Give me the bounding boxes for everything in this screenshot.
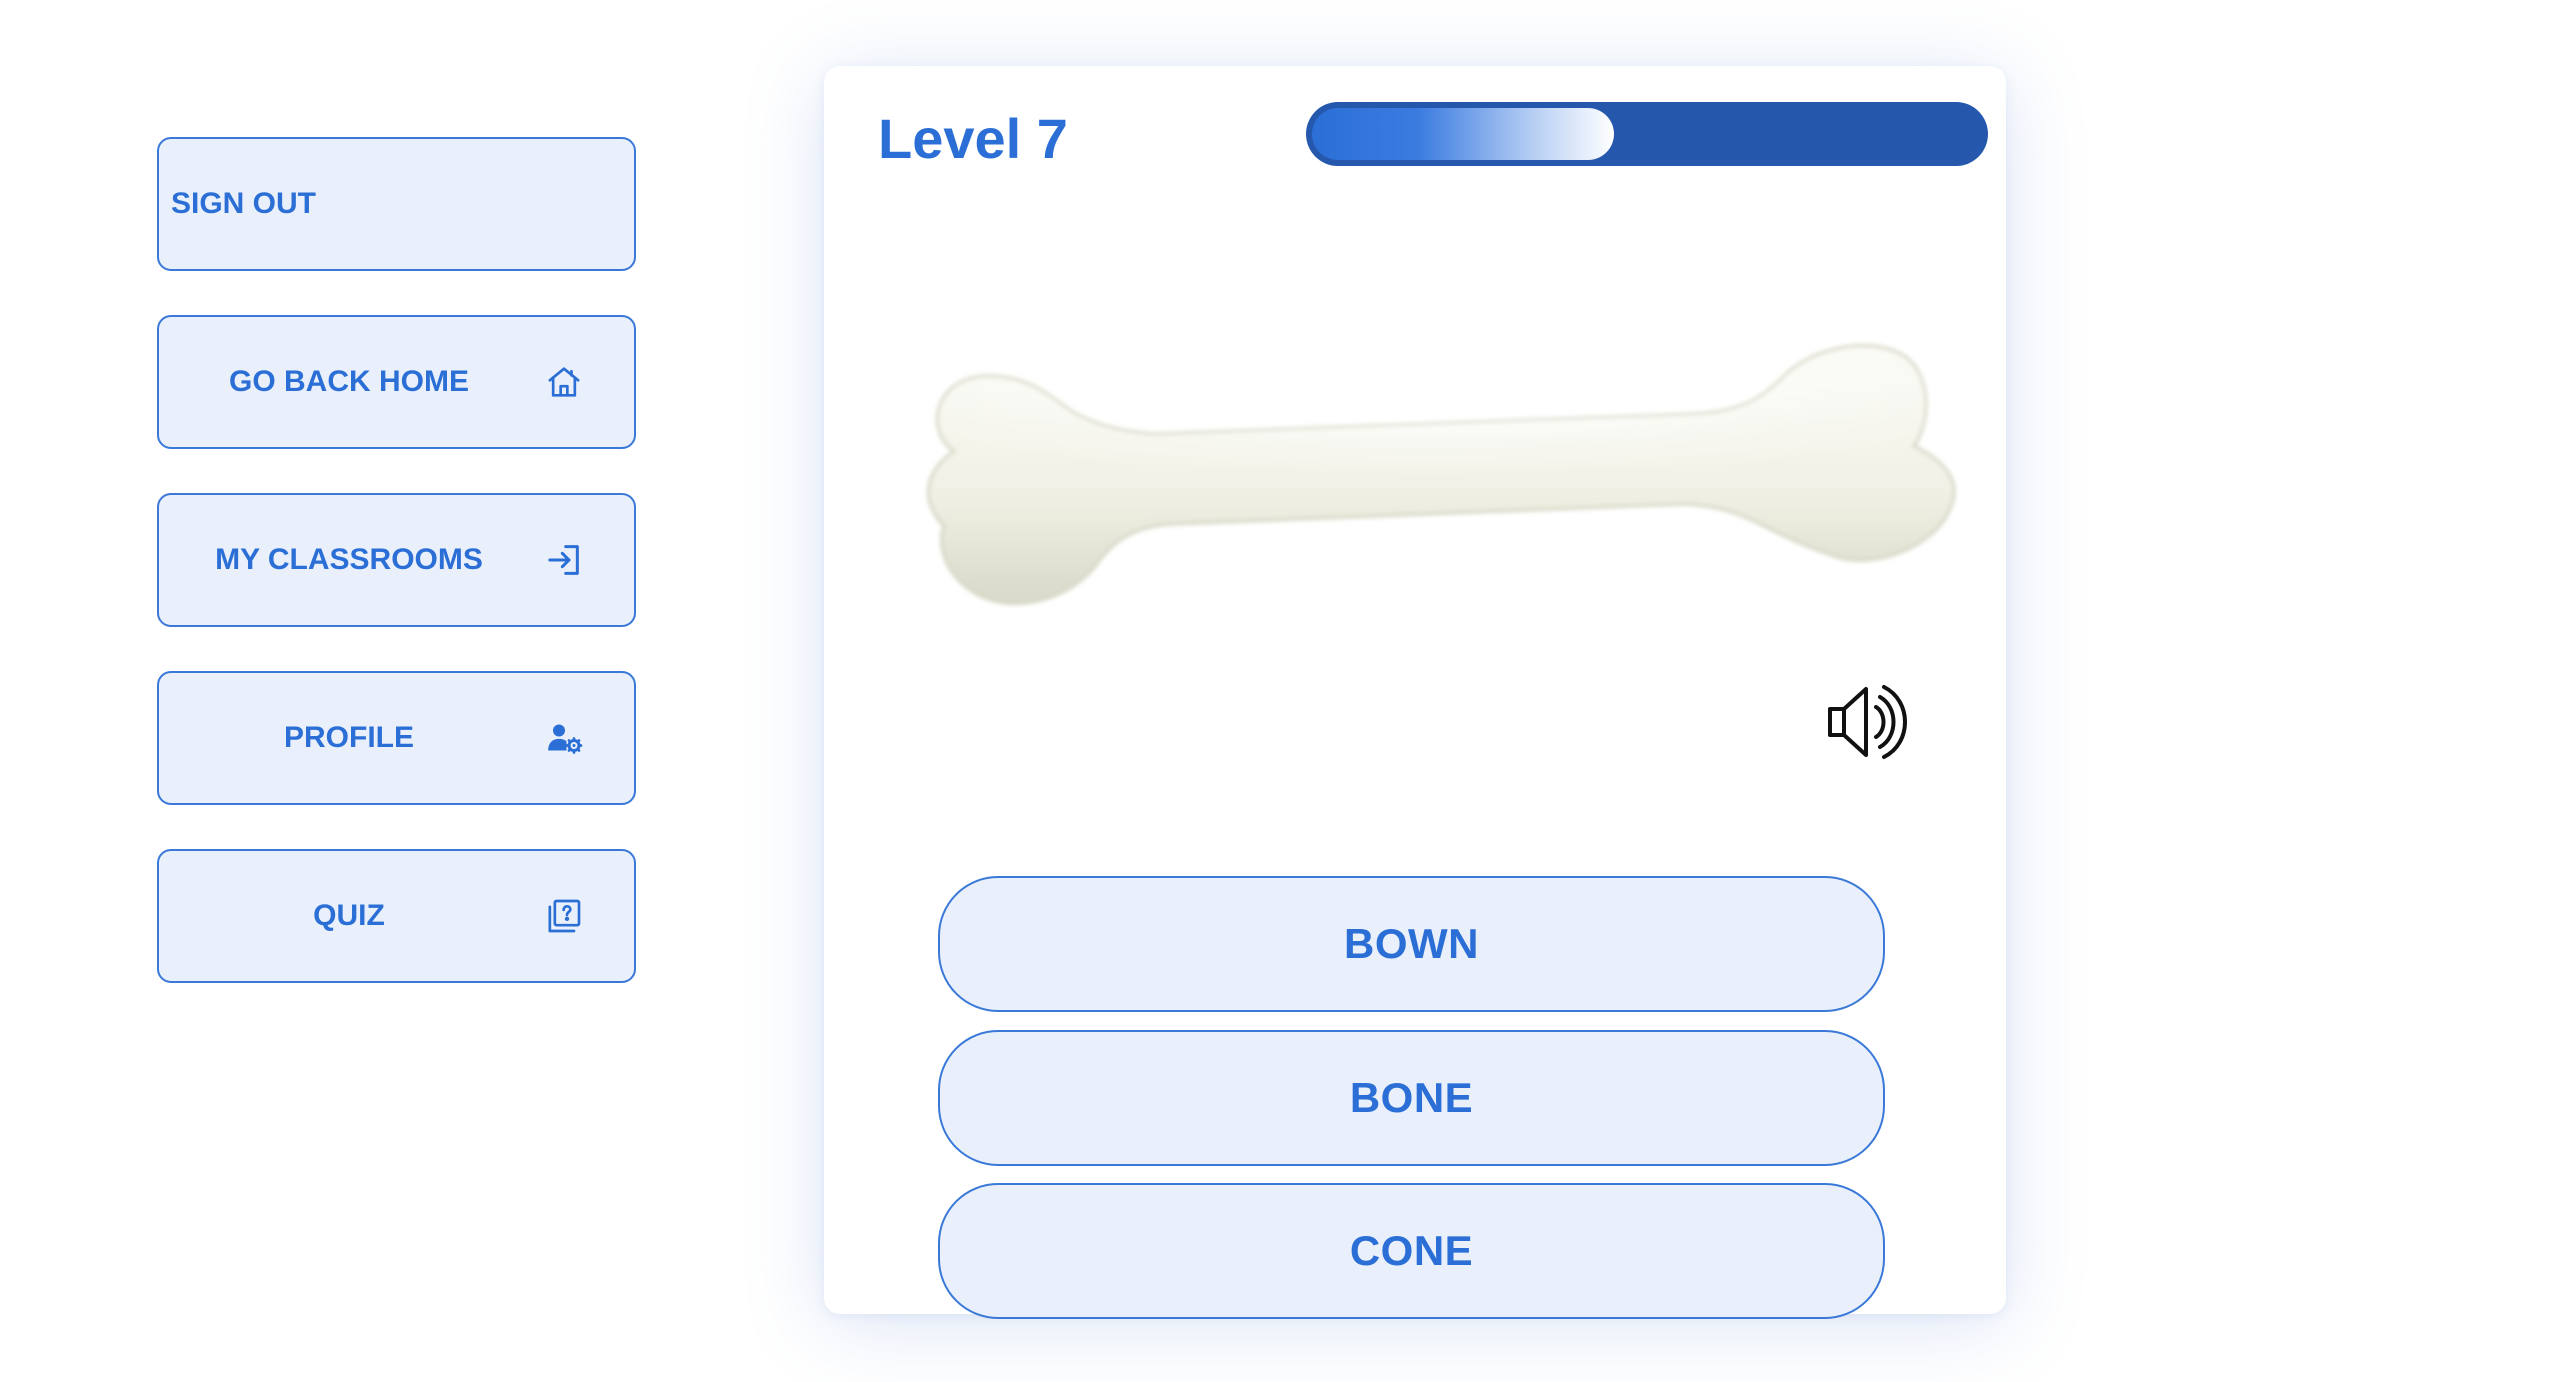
answer-option-bown[interactable]: BOWN [938,876,1885,1012]
quiz-card: Level 7 BOWN BONE CONE [824,66,2006,1319]
go-back-home-label: GO BACK HOME [229,365,469,398]
answer-option-cone[interactable]: CONE [938,1183,1885,1319]
profile-label: PROFILE [283,721,415,754]
sign-out-label: SIGN OUT [171,187,317,220]
login-icon [544,540,584,580]
home-icon [544,362,584,402]
quiz-button[interactable]: QUIZ [157,849,636,983]
profile-button[interactable]: PROFILE [157,671,636,805]
level-title: Level 7 [878,107,1068,170]
user-settings-icon [544,718,584,758]
my-classrooms-button[interactable]: MY CLASSROOMS [157,493,636,627]
bone-image [914,336,1964,656]
progress-bar [1306,102,1988,166]
page: SIGN OUT GO BACK HOME MY CLASSROOMS PROF… [0,0,2556,1382]
go-back-home-button[interactable]: GO BACK HOME [157,315,636,449]
progress-bar-fill [1312,108,1614,160]
speaker-icon[interactable] [1824,681,1924,763]
quiz-label: QUIZ [313,899,385,932]
answer-option-bone[interactable]: BONE [938,1030,1885,1166]
sign-out-button[interactable]: SIGN OUT [157,137,636,271]
quiz-icon [544,896,584,936]
my-classrooms-label: MY CLASSROOMS [215,543,483,576]
